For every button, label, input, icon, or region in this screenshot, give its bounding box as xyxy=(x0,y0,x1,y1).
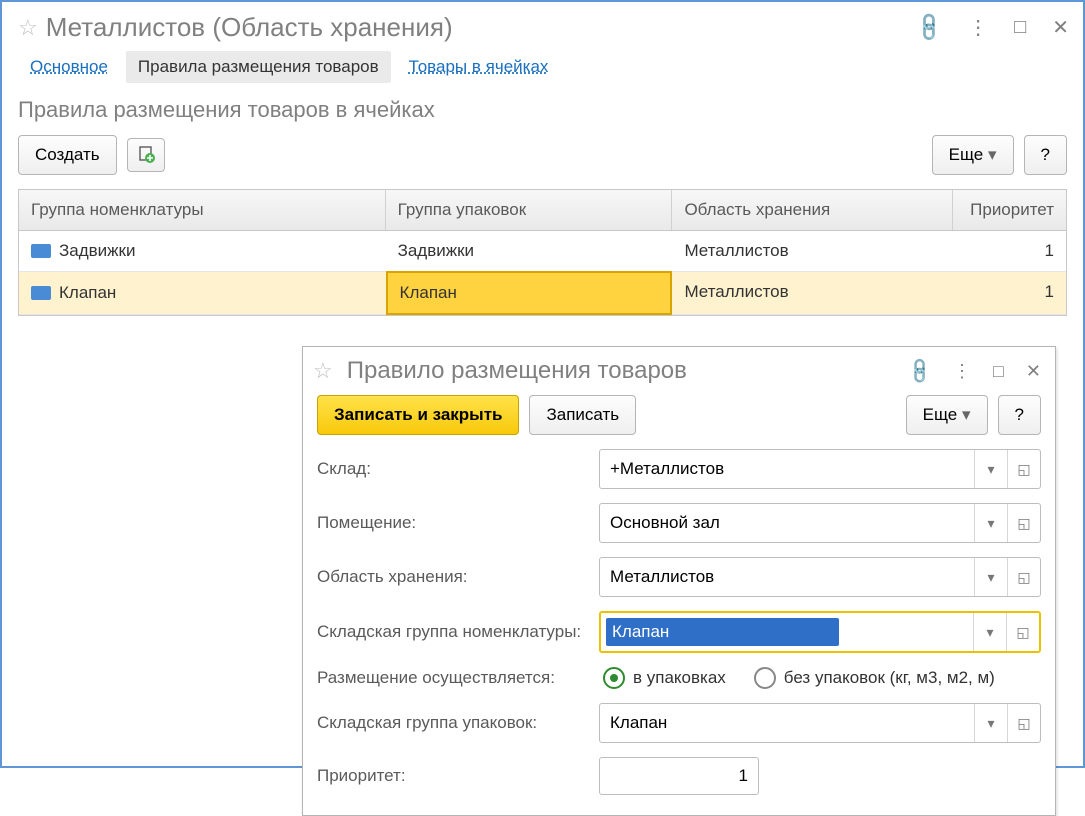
copy-icon xyxy=(137,146,155,164)
page-title: Металлистов (Область хранения) xyxy=(46,12,918,43)
create-button[interactable]: Создать xyxy=(18,135,117,175)
packgroup-combo[interactable]: ▾ ◱ xyxy=(599,703,1041,743)
window-header: ☆ Металлистов (Область хранения) 🔗 ⋮ □ ✕ xyxy=(2,2,1083,49)
favorite-icon[interactable]: ☆ xyxy=(18,15,38,41)
label-priority: Приоритет: xyxy=(317,766,599,786)
cell-area: Металлистов xyxy=(672,272,953,314)
nomgroup-combo[interactable]: ▾ ◱ xyxy=(599,611,1041,653)
link-icon[interactable]: 🔗 xyxy=(904,356,935,387)
row-icon xyxy=(31,244,51,258)
radio-packed[interactable]: в упаковках xyxy=(603,667,726,689)
label-nomgroup: Складская группа номенклатуры: xyxy=(317,622,599,642)
more-button[interactable]: Еще xyxy=(932,135,1014,175)
maximize-icon[interactable]: □ xyxy=(1014,16,1026,39)
label-warehouse: Склад: xyxy=(317,459,599,479)
copy-button[interactable] xyxy=(127,138,165,172)
help-button[interactable]: ? xyxy=(1024,135,1067,175)
tabs: Основное Правила размещения товаров Това… xyxy=(2,49,1083,93)
tab-main[interactable]: Основное xyxy=(18,51,120,83)
room-input[interactable] xyxy=(600,504,974,542)
dialog-toolbar: Записать и закрыть Записать Еще ? xyxy=(303,391,1055,449)
maximize-icon[interactable]: □ xyxy=(993,361,1004,382)
kebab-menu-icon[interactable]: ⋮ xyxy=(968,15,988,40)
th-packgroup[interactable]: Группа упаковок xyxy=(386,190,673,230)
kebab-menu-icon[interactable]: ⋮ xyxy=(953,361,971,382)
cell-packgroup-active[interactable]: Клапан xyxy=(386,271,673,315)
dialog-title: Правило размещения товаров xyxy=(347,357,909,385)
favorite-icon[interactable]: ☆ xyxy=(313,358,333,384)
chevron-down-icon[interactable]: ▾ xyxy=(974,504,1007,542)
open-ref-icon[interactable]: ◱ xyxy=(1007,450,1040,488)
cell-nomgroup: Задвижки xyxy=(59,241,135,261)
cell-priority: 1 xyxy=(953,231,1066,271)
row-icon xyxy=(31,286,51,300)
label-area: Область хранения: xyxy=(317,567,599,587)
nomgroup-input[interactable] xyxy=(606,618,839,646)
radio-on-icon xyxy=(603,667,625,689)
cell-priority: 1 xyxy=(953,272,1066,314)
section-title: Правила размещения товаров в ячейках xyxy=(2,93,1083,135)
th-area[interactable]: Область хранения xyxy=(672,190,953,230)
dialog-header: ☆ Правило размещения товаров 🔗 ⋮ □ ✕ xyxy=(303,347,1055,391)
radio-off-icon xyxy=(754,667,776,689)
table-header: Группа номенклатуры Группа упаковок Обла… xyxy=(19,190,1066,231)
chevron-down-icon[interactable]: ▾ xyxy=(973,613,1006,651)
dialog-form: Склад: ▾ ◱ Помещение: ▾ ◱ Область хранен xyxy=(303,449,1055,815)
open-ref-icon[interactable]: ◱ xyxy=(1006,613,1039,651)
tab-goods[interactable]: Товары в ячейках xyxy=(397,51,561,83)
close-icon[interactable]: ✕ xyxy=(1026,361,1041,382)
more-button[interactable]: Еще xyxy=(906,395,988,435)
cell-packgroup: Задвижки xyxy=(386,231,673,271)
radio-loose[interactable]: без упаковок (кг, м3, м2, м) xyxy=(754,667,995,689)
cell-area: Металлистов xyxy=(672,231,953,271)
radio-loose-label: без упаковок (кг, м3, м2, м) xyxy=(784,668,995,688)
warehouse-input[interactable] xyxy=(600,450,974,488)
table-row-selected[interactable]: Клапан Клапан Металлистов 1 xyxy=(19,272,1066,315)
warehouse-combo[interactable]: ▾ ◱ xyxy=(599,449,1041,489)
th-nomgroup[interactable]: Группа номенклатуры xyxy=(19,190,386,230)
radio-packed-label: в упаковках xyxy=(633,668,726,688)
cell-nomgroup: Клапан xyxy=(59,283,116,303)
area-combo[interactable]: ▾ ◱ xyxy=(599,557,1041,597)
toolbar: Создать Еще ? xyxy=(2,135,1083,189)
save-button[interactable]: Записать xyxy=(529,395,636,435)
packgroup-input[interactable] xyxy=(600,704,974,742)
rules-table: Группа номенклатуры Группа упаковок Обла… xyxy=(18,189,1067,316)
table-row[interactable]: Задвижки Задвижки Металлистов 1 xyxy=(19,231,1066,272)
open-ref-icon[interactable]: ◱ xyxy=(1007,504,1040,542)
open-ref-icon[interactable]: ◱ xyxy=(1007,704,1040,742)
help-button[interactable]: ? xyxy=(998,395,1041,435)
open-ref-icon[interactable]: ◱ xyxy=(1007,558,1040,596)
chevron-down-icon[interactable]: ▾ xyxy=(974,450,1007,488)
area-input[interactable] xyxy=(600,558,974,596)
label-room: Помещение: xyxy=(317,513,599,533)
priority-input[interactable] xyxy=(599,757,759,795)
label-placement: Размещение осуществляется: xyxy=(317,668,599,688)
chevron-down-icon[interactable]: ▾ xyxy=(974,558,1007,596)
close-icon[interactable]: ✕ xyxy=(1052,15,1069,40)
th-priority[interactable]: Приоритет xyxy=(953,190,1066,230)
tab-rules[interactable]: Правила размещения товаров xyxy=(126,51,391,83)
save-close-button[interactable]: Записать и закрыть xyxy=(317,395,519,435)
rule-dialog: ☆ Правило размещения товаров 🔗 ⋮ □ ✕ Зап… xyxy=(302,346,1056,816)
room-combo[interactable]: ▾ ◱ xyxy=(599,503,1041,543)
label-packgroup: Складская группа упаковок: xyxy=(317,713,599,733)
link-icon[interactable]: 🔗 xyxy=(912,10,947,45)
chevron-down-icon[interactable]: ▾ xyxy=(974,704,1007,742)
